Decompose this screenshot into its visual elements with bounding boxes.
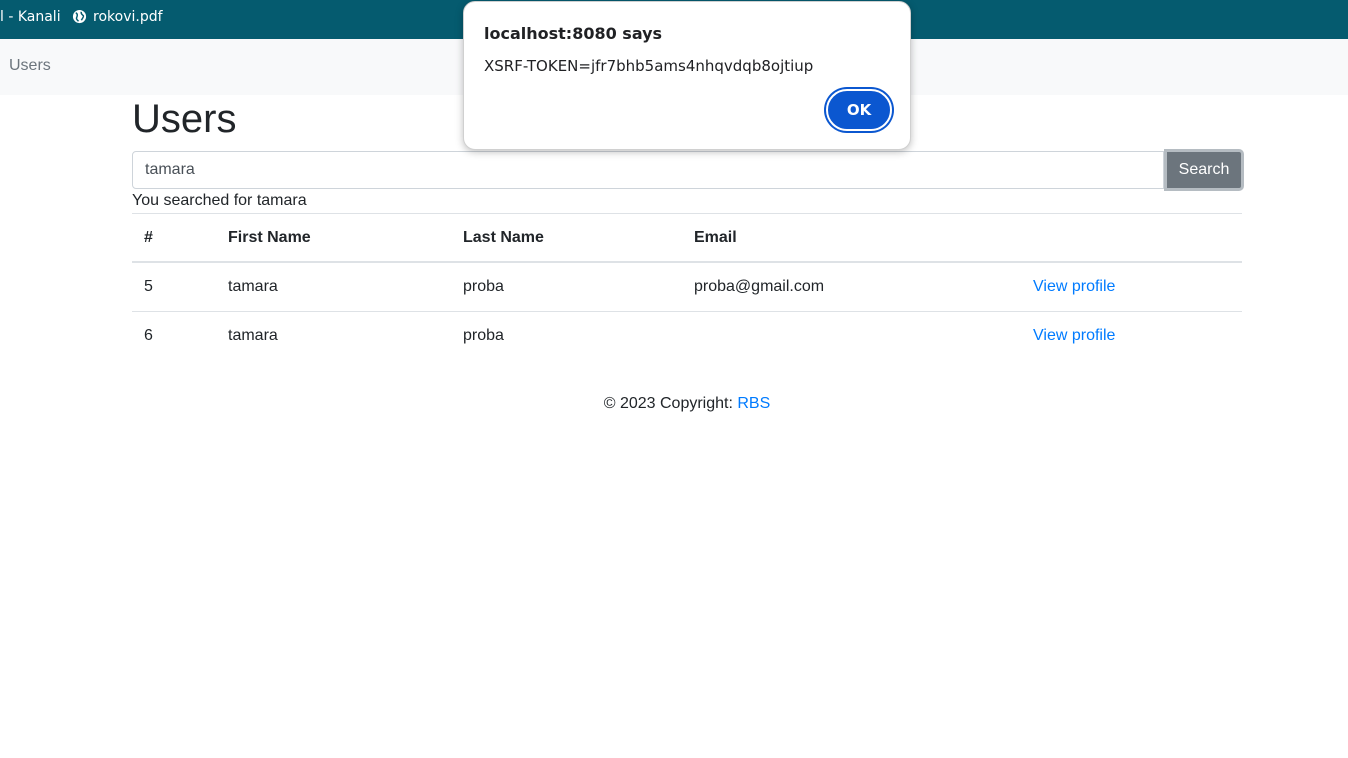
table-header-row: # First Name Last Name Email <box>132 213 1242 263</box>
table-row: 6 tamara proba View profile <box>132 311 1242 360</box>
cell-last-name: proba <box>451 261 682 312</box>
alert-dialog: localhost:8080 says XSRF-TOKEN=jfr7bhb5a… <box>463 1 911 150</box>
cell-action: View profile <box>1021 261 1242 312</box>
column-header-id: # <box>132 213 216 263</box>
nav-link-users[interactable]: Users <box>9 57 51 75</box>
cell-id: 6 <box>132 311 216 360</box>
column-header-first-name: First Name <box>216 213 451 263</box>
ok-button[interactable]: OK <box>826 89 892 131</box>
bookmark-rokovi[interactable]: rokovi.pdf <box>72 9 163 25</box>
column-header-last-name: Last Name <box>451 213 682 263</box>
cell-first-name: tamara <box>216 311 451 360</box>
search-result-text: You searched for tamara <box>132 192 307 209</box>
bookmark-label: rokovi.pdf <box>93 9 163 25</box>
cell-email <box>682 311 1021 360</box>
copyright-text: © 2023 Copyright: <box>603 395 738 412</box>
footer-rbs-link[interactable]: RBS <box>737 395 770 412</box>
search-input[interactable] <box>132 151 1164 189</box>
cell-first-name: tamara <box>216 261 451 312</box>
bookmark-kanali[interactable]: l - Kanali <box>0 9 61 25</box>
cell-last-name: proba <box>451 311 682 360</box>
column-header-actions <box>1021 213 1242 263</box>
search-button[interactable]: Search <box>1164 149 1244 191</box>
cell-email: proba@gmail.com <box>682 261 1021 312</box>
view-profile-link[interactable]: View profile <box>1033 278 1115 295</box>
column-header-email: Email <box>682 213 1021 263</box>
cell-id: 5 <box>132 261 216 312</box>
footer: © 2023 Copyright: RBS <box>132 395 1242 413</box>
cell-action: View profile <box>1021 311 1242 360</box>
view-profile-link[interactable]: View profile <box>1033 327 1115 344</box>
dialog-title: localhost:8080 says <box>484 24 663 43</box>
page-title: Users <box>132 97 237 141</box>
users-table: # First Name Last Name Email 5 tamara pr… <box>132 213 1242 360</box>
dialog-message: XSRF-TOKEN=jfr7bhb5ams4nhqvdqb8ojtiup <box>484 57 814 75</box>
table-row: 5 tamara proba proba@gmail.com View prof… <box>132 261 1242 312</box>
globe-icon <box>72 9 87 24</box>
search-form: Search <box>132 149 1244 191</box>
